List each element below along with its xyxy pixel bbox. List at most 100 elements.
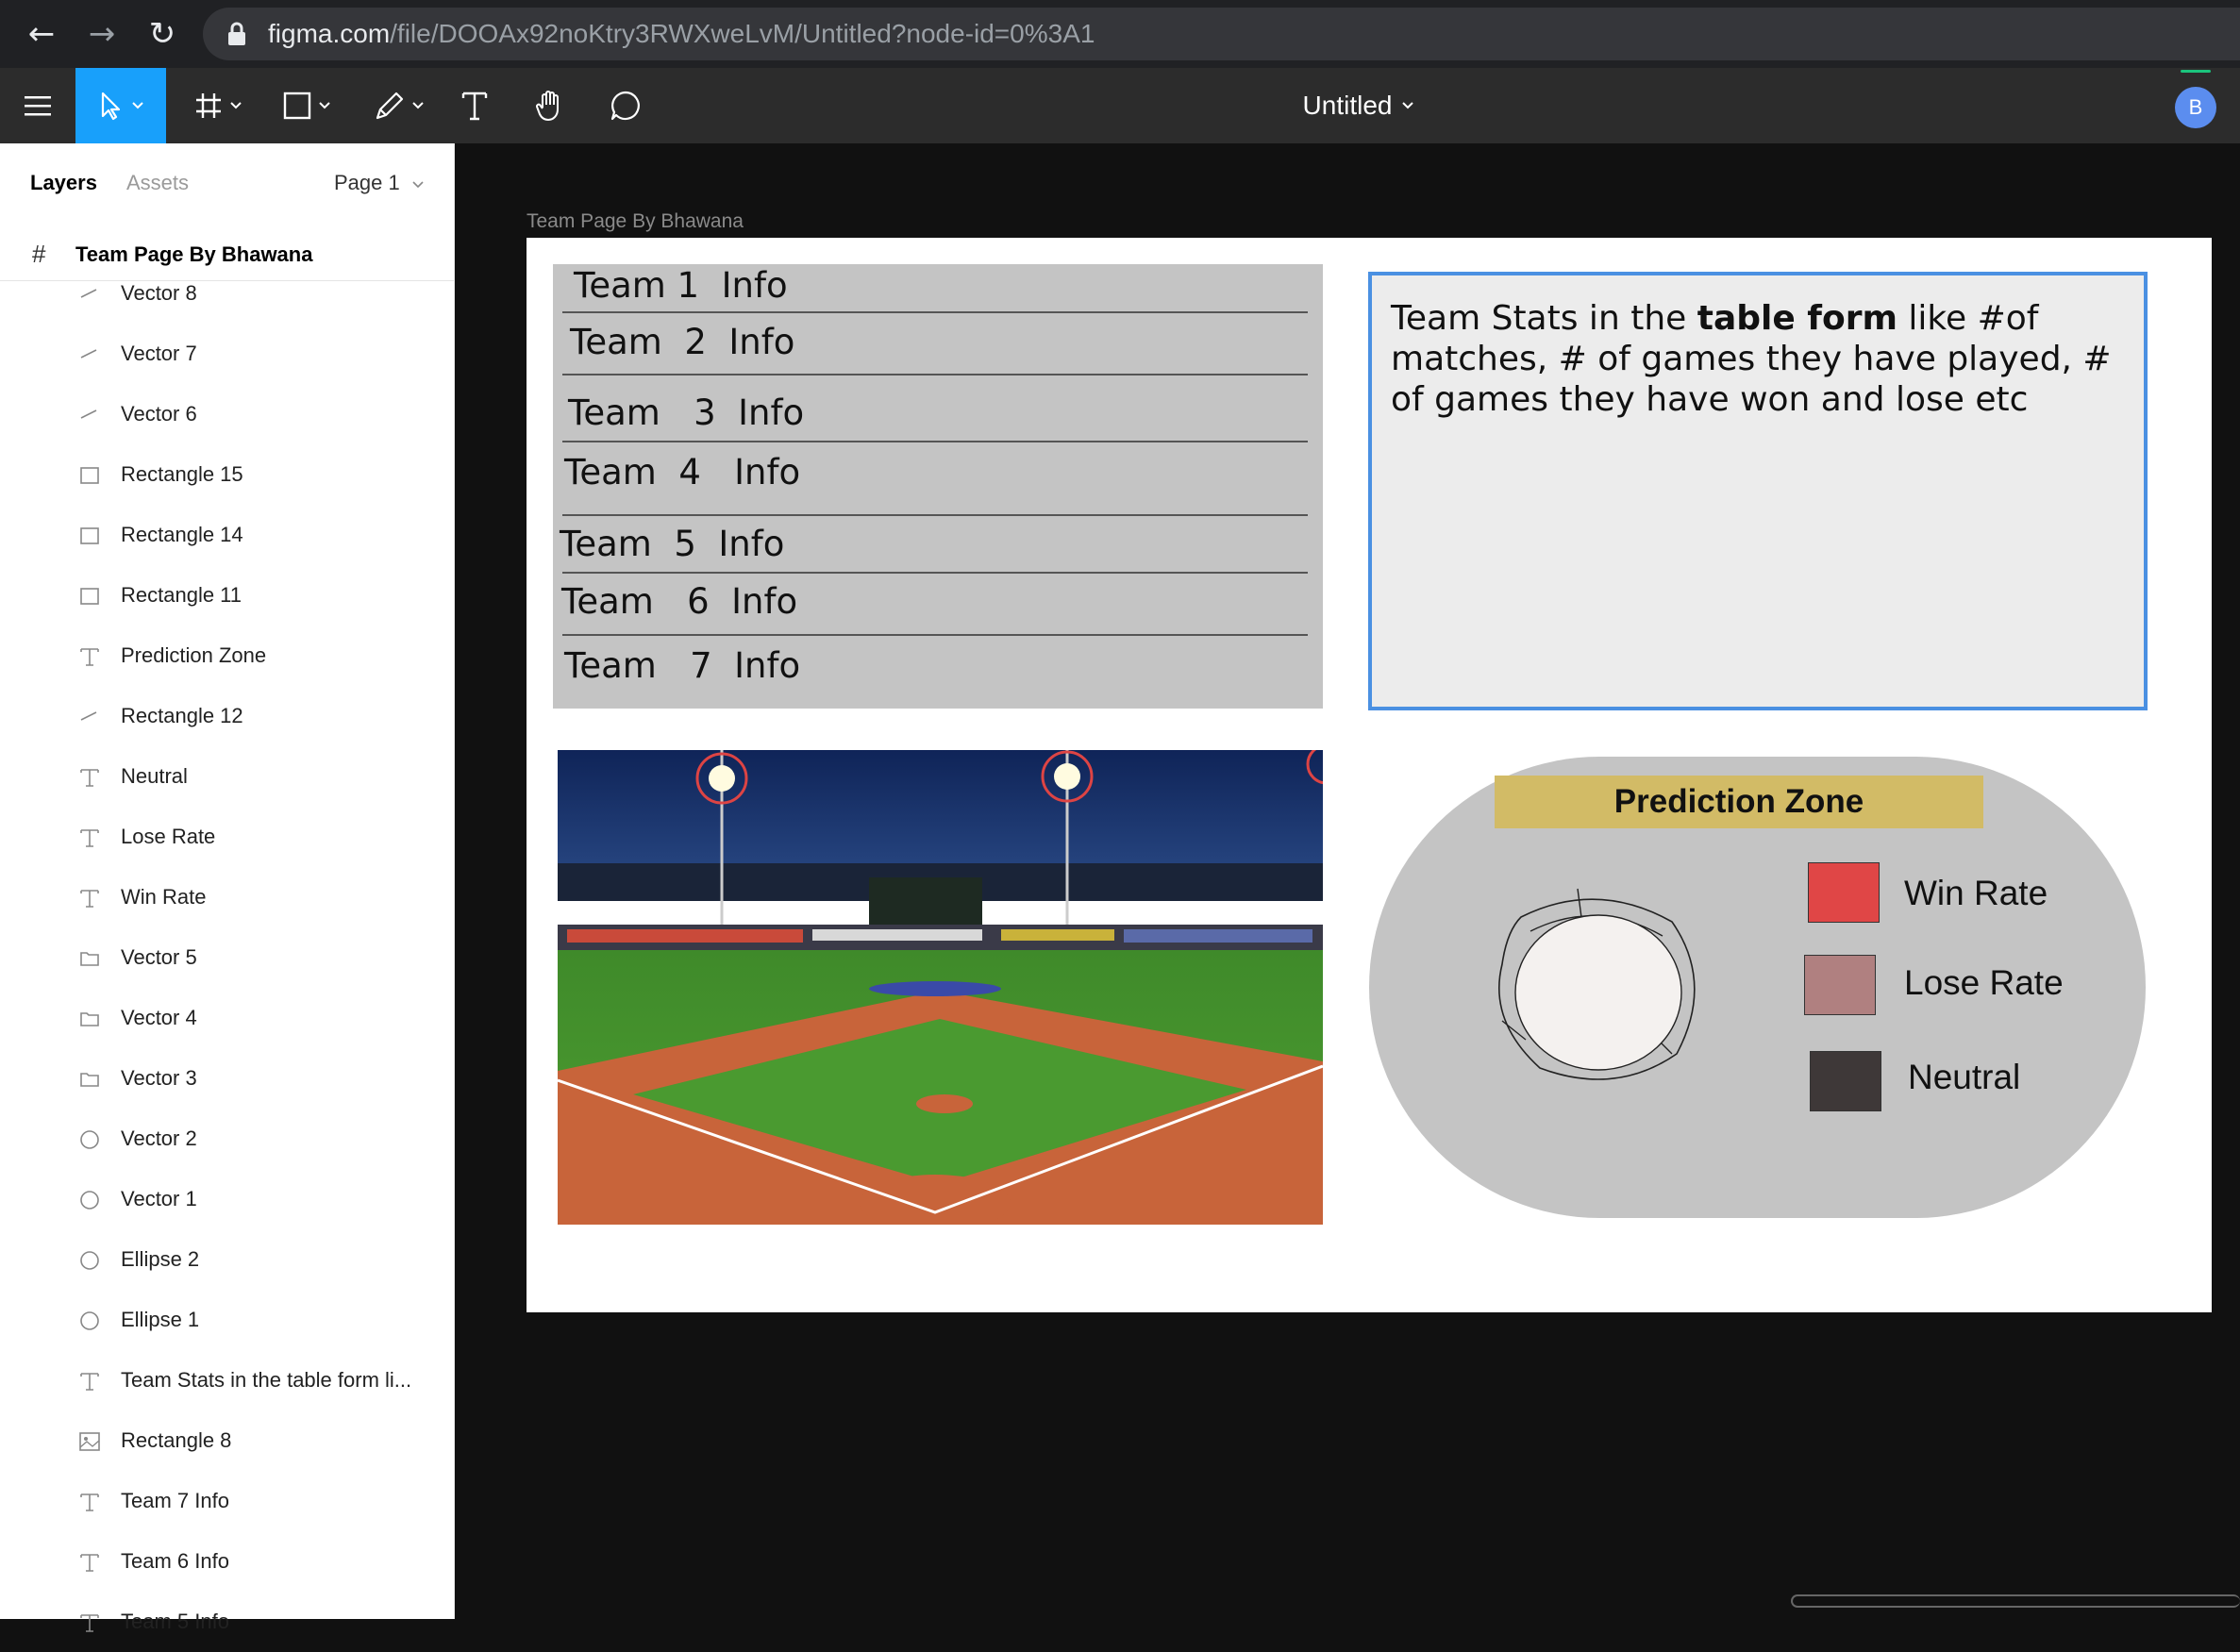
layer-row[interactable]: Vector 7 — [0, 324, 455, 384]
stats-text-before: Team Stats in the — [1391, 299, 1697, 338]
url-path: /file/DOOAx92noKtry3RWXweLvM/Untitled?no… — [390, 19, 1095, 48]
chevron-down-icon — [132, 102, 143, 109]
ellipse-icon — [77, 1188, 102, 1212]
layer-row[interactable]: Rectangle 11 — [0, 565, 455, 626]
line-icon — [77, 342, 102, 367]
layer-row[interactable]: Ellipse 1 — [0, 1290, 455, 1350]
team-info-label[interactable]: Team 4 Info — [564, 452, 800, 493]
text-icon — [77, 1490, 102, 1514]
layer-row[interactable]: Rectangle 8 — [0, 1410, 455, 1471]
team-info-label[interactable]: Team 3 Info — [568, 392, 804, 434]
layer-row[interactable]: Rectangle 14 — [0, 505, 455, 565]
tab-layers[interactable]: Layers — [30, 170, 97, 196]
text-icon — [77, 1369, 102, 1393]
text-icon — [77, 886, 102, 910]
team-info-label[interactable]: Team 5 Info — [560, 524, 784, 565]
ellipse-icon — [77, 1127, 102, 1152]
layer-row[interactable]: Team 5 Info — [0, 1592, 455, 1652]
text-tool-button[interactable] — [451, 68, 498, 143]
layer-row[interactable]: Rectangle 12 — [0, 686, 455, 746]
layer-row[interactable]: Rectangle 15 — [0, 444, 455, 505]
pen-icon — [376, 92, 404, 120]
move-tool-button[interactable] — [75, 68, 166, 143]
layer-label: Vector 8 — [121, 281, 197, 305]
legend-label[interactable]: Win Rate — [1904, 873, 2048, 914]
comment-tool-button[interactable] — [600, 68, 651, 143]
layer-row[interactable]: Team 7 Info — [0, 1471, 455, 1531]
layer-label: Rectangle 8 — [121, 1428, 232, 1452]
legend-swatch[interactable] — [1808, 862, 1880, 923]
team-info-label[interactable]: Team 1 Info — [574, 265, 788, 307]
layer-row[interactable]: Vector 5 — [0, 927, 455, 988]
reload-icon[interactable]: ↻ — [140, 11, 185, 57]
layer-row[interactable]: Team 6 Info — [0, 1531, 455, 1592]
layer-row[interactable]: Team Stats in the table form li... — [0, 1350, 455, 1410]
legend-label[interactable]: Lose Rate — [1904, 962, 2064, 1004]
team-info-label[interactable]: Team 2 Info — [570, 322, 794, 363]
team-row-divider — [562, 572, 1308, 574]
team-row-divider — [562, 311, 1308, 313]
prediction-zone-title[interactable]: Prediction Zone — [1495, 776, 1983, 828]
layer-label: Vector 5 — [121, 945, 197, 969]
chevron-down-icon — [412, 102, 424, 109]
hand-icon — [536, 91, 559, 121]
layer-label: Rectangle 15 — [121, 462, 243, 486]
layer-row[interactable]: Vector 4 — [0, 988, 455, 1048]
layer-row[interactable]: Neutral — [0, 746, 455, 807]
layer-row[interactable]: Lose Rate — [0, 807, 455, 867]
hand-tool-button[interactable] — [525, 68, 576, 143]
legend-swatch[interactable] — [1810, 1051, 1881, 1111]
layer-label: Team 5 Info — [121, 1610, 229, 1633]
layer-label: Vector 2 — [121, 1126, 197, 1150]
tab-assets[interactable]: Assets — [126, 170, 189, 196]
horizontal-scrollbar[interactable] — [1791, 1594, 2240, 1608]
line-icon — [77, 403, 102, 427]
shape-tool-button[interactable] — [274, 68, 340, 143]
legend-label[interactable]: Neutral — [1908, 1057, 2020, 1098]
pen-tool-button[interactable] — [366, 68, 432, 143]
ellipse-icon — [77, 1248, 102, 1273]
user-avatar[interactable]: B — [2175, 87, 2216, 128]
layer-label: Vector 3 — [121, 1066, 197, 1090]
layer-row[interactable]: Prediction Zone — [0, 626, 455, 686]
vector-icon — [77, 1007, 102, 1031]
url-text[interactable]: figma.com/file/DOOAx92noKtry3RWXweLvM/Un… — [268, 15, 1095, 53]
forward-arrow-icon[interactable]: → — [79, 11, 125, 57]
layer-label: Rectangle 14 — [121, 523, 243, 546]
layer-label: Team 7 Info — [121, 1489, 229, 1512]
text-icon — [77, 826, 102, 850]
main-menu-button[interactable] — [0, 68, 75, 143]
layer-label: Win Rate — [121, 885, 207, 909]
layer-label: Vector 4 — [121, 1006, 197, 1029]
page-selector[interactable]: Page 1 — [334, 170, 425, 196]
baseball-sketch[interactable] — [1483, 879, 1710, 1106]
frame-hash-icon — [196, 93, 221, 118]
frame-tool-button[interactable] — [185, 68, 251, 143]
layer-row[interactable]: Ellipse 2 — [0, 1229, 455, 1290]
back-arrow-icon[interactable]: ← — [19, 11, 64, 57]
presence-indicator — [2181, 70, 2211, 73]
layer-row[interactable]: Win Rate — [0, 867, 455, 927]
chevron-down-icon — [412, 181, 424, 189]
layer-row[interactable]: Vector 6 — [0, 384, 455, 444]
team-stats-text[interactable]: Team Stats in the table form like #of ma… — [1391, 298, 2136, 420]
team-info-label[interactable]: Team 6 Info — [561, 581, 797, 623]
chevron-down-icon — [319, 102, 330, 109]
layer-row[interactable]: Vector 8 — [0, 263, 455, 324]
legend-swatch[interactable] — [1804, 955, 1876, 1015]
image-icon — [77, 1429, 102, 1454]
layer-label: Vector 7 — [121, 342, 197, 365]
layer-row[interactable]: Vector 3 — [0, 1048, 455, 1109]
hamburger-icon — [25, 96, 51, 116]
vector-icon — [77, 946, 102, 971]
rectangle-icon — [77, 524, 102, 548]
layer-row[interactable]: Vector 1 — [0, 1169, 455, 1229]
document-title-menu[interactable]: Untitled — [1227, 68, 1491, 143]
team-info-label[interactable]: Team 7 Info — [564, 645, 800, 687]
layer-row[interactable]: Vector 2 — [0, 1109, 455, 1169]
canvas-frame-title[interactable]: Team Page By Bhawana — [527, 209, 744, 234]
layer-label: Ellipse 2 — [121, 1247, 200, 1271]
layer-label: Neutral — [121, 764, 188, 788]
baseball-stadium-image[interactable] — [558, 750, 1323, 1225]
text-icon — [77, 644, 102, 669]
